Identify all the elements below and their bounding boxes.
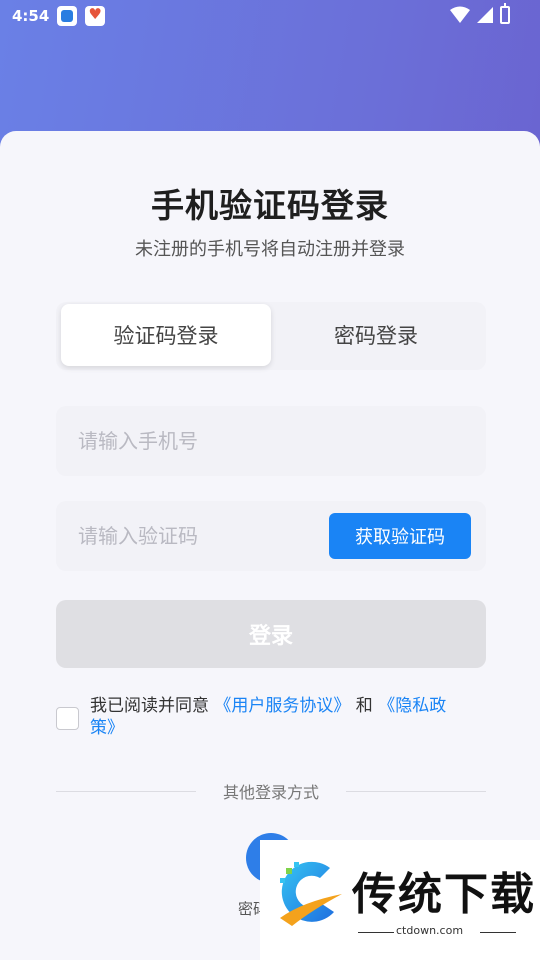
other-methods-divider: 其他登录方式 bbox=[56, 779, 486, 803]
code-field: 获取验证码 bbox=[56, 501, 486, 571]
watermark-name: 传统下载 bbox=[352, 869, 536, 920]
agree-checkbox[interactable] bbox=[56, 707, 79, 730]
phone-field bbox=[56, 406, 486, 476]
login-mode-tabs: 验证码登录 密码登录 bbox=[56, 302, 486, 370]
get-code-button[interactable]: 获取验证码 bbox=[329, 513, 471, 559]
app-notification-icon bbox=[57, 6, 78, 26]
tab-code-login[interactable]: 验证码登录 bbox=[61, 304, 271, 366]
watermark-line-right bbox=[480, 932, 516, 933]
login-button[interactable]: 登录 bbox=[56, 600, 486, 668]
code-input[interactable] bbox=[78, 501, 318, 571]
status-bar: 4:54 bbox=[0, 0, 540, 32]
agreement-prefix: 我已阅读并同意 bbox=[90, 696, 215, 716]
wifi-icon bbox=[450, 6, 470, 23]
login-card: 手机验证码登录 未注册的手机号将自动注册并登录 验证码登录 密码登录 获取验证码… bbox=[0, 131, 540, 960]
phone-input[interactable] bbox=[78, 406, 318, 476]
watermark-logo-icon bbox=[280, 861, 342, 926]
user-agreement-link[interactable]: 《用户服务协议》 bbox=[214, 696, 350, 716]
divider-line-right bbox=[346, 791, 486, 792]
watermark-overlay: 传统下载 ctdown.com bbox=[260, 840, 540, 960]
page-subtitle: 未注册的手机号将自动注册并登录 bbox=[135, 239, 405, 260]
heart-app-icon bbox=[85, 6, 106, 26]
page-title: 手机验证码登录 bbox=[151, 186, 389, 225]
watermark-line-left bbox=[358, 932, 394, 933]
status-time: 4:54 bbox=[12, 7, 50, 25]
status-indicators bbox=[450, 3, 510, 24]
signal-icon bbox=[477, 7, 493, 23]
agreement-conjunction: 和 bbox=[350, 696, 379, 716]
tab-password-login[interactable]: 密码登录 bbox=[271, 304, 481, 366]
agreement-text: 我已阅读并同意 《用户服务协议》 和 《隐私政策》 bbox=[90, 695, 470, 739]
watermark-url: ctdown.com bbox=[396, 924, 464, 937]
battery-icon bbox=[500, 3, 510, 24]
